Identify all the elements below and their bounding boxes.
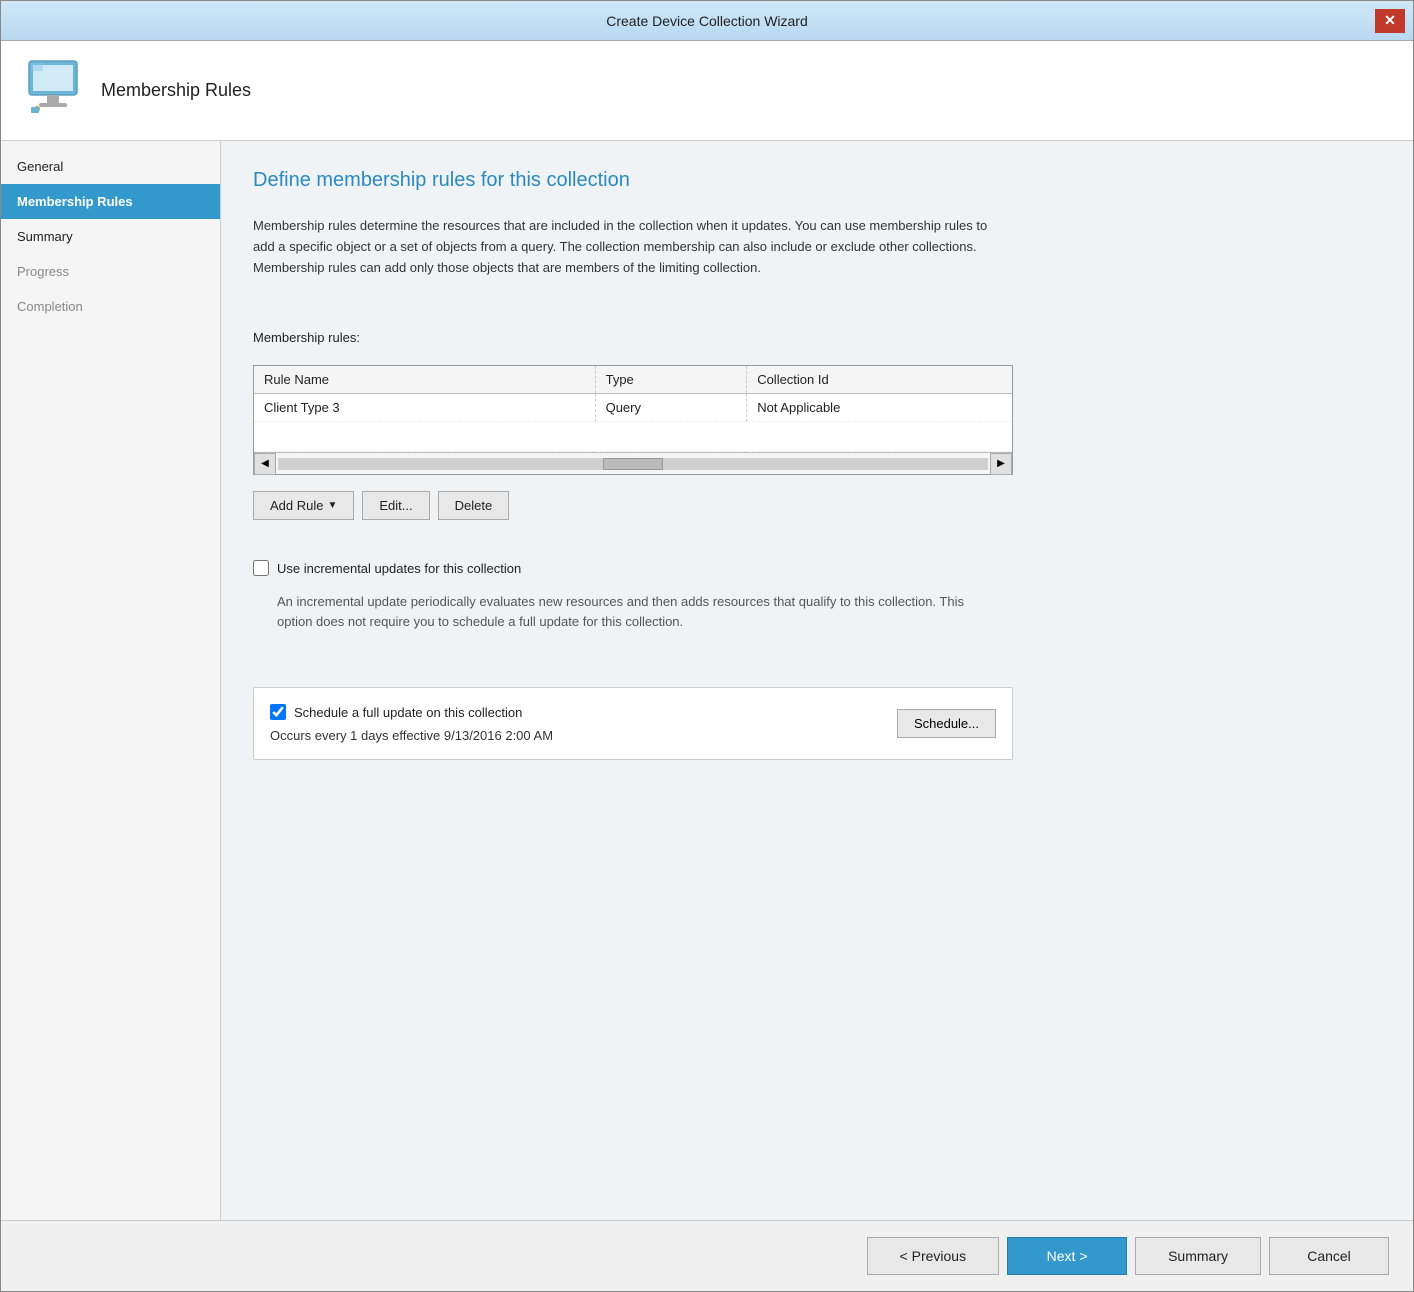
scroll-track[interactable] [278,458,988,470]
next-button[interactable]: Next > [1007,1237,1127,1275]
horizontal-scrollbar: ◀ ▶ [254,452,1012,474]
wizard-window: Create Device Collection Wizard ✕ Member… [0,0,1414,1292]
col-header-type: Type [595,366,747,394]
schedule-label[interactable]: Schedule a full update on this collectio… [294,705,522,720]
schedule-checkbox-row: Schedule a full update on this collectio… [270,704,553,720]
cell-rule-name: Client Type 3 [254,394,595,422]
schedule-row: Schedule a full update on this collectio… [270,704,996,743]
cell-type: Query [595,394,747,422]
window-title: Create Device Collection Wizard [39,13,1375,29]
footer: < Previous Next > Summary Cancel [1,1220,1413,1291]
cell-collection-id: Not Applicable [747,394,1012,422]
content-area: General Membership Rules Summary Progres… [1,141,1413,1220]
table-row[interactable]: Client Type 3 Query Not Applicable [254,394,1012,422]
summary-button[interactable]: Summary [1135,1237,1261,1275]
scroll-thumb [603,458,663,470]
cancel-button[interactable]: Cancel [1269,1237,1389,1275]
add-rule-button[interactable]: Add Rule ▼ [253,491,354,520]
header-area: Membership Rules [1,41,1413,141]
schedule-text: Occurs every 1 days effective 9/13/2016 … [270,728,553,743]
sidebar-item-membership-rules[interactable]: Membership Rules [1,184,220,219]
scroll-left-button[interactable]: ◀ [254,453,276,475]
rules-table: Rule Name Type Collection Id Client Type… [254,366,1012,452]
delete-button[interactable]: Delete [438,491,510,520]
schedule-button[interactable]: Schedule... [897,709,996,738]
header-icon [21,57,85,124]
incremental-updates-checkbox[interactable] [253,560,269,576]
sidebar-item-progress: Progress [1,254,220,289]
col-header-rule-name: Rule Name [254,366,595,394]
titlebar: Create Device Collection Wizard ✕ [1,1,1413,41]
incremental-description: An incremental update periodically evalu… [277,592,997,631]
incremental-updates-row: Use incremental updates for this collect… [253,560,1381,576]
header-title: Membership Rules [101,80,251,101]
rules-table-container: Rule Name Type Collection Id Client Type… [253,365,1013,475]
main-panel: Define membership rules for this collect… [221,141,1413,1220]
rule-action-buttons: Add Rule ▼ Edit... Delete [253,491,1013,520]
rules-label: Membership rules: [253,330,1381,345]
close-button[interactable]: ✕ [1375,9,1405,33]
schedule-checkbox[interactable] [270,704,286,720]
previous-button[interactable]: < Previous [867,1237,1000,1275]
schedule-section: Schedule a full update on this collectio… [253,687,1013,760]
incremental-updates-label[interactable]: Use incremental updates for this collect… [277,561,521,576]
sidebar-item-general[interactable]: General [1,149,220,184]
col-header-collection-id: Collection Id [747,366,1012,394]
dropdown-arrow-icon: ▼ [327,500,337,511]
sidebar-item-summary[interactable]: Summary [1,219,220,254]
sidebar-item-completion: Completion [1,289,220,324]
sidebar: General Membership Rules Summary Progres… [1,141,221,1220]
main-heading: Define membership rules for this collect… [253,169,1381,192]
edit-button[interactable]: Edit... [362,491,429,520]
description-text: Membership rules determine the resources… [253,216,993,278]
scroll-right-button[interactable]: ▶ [990,453,1012,475]
